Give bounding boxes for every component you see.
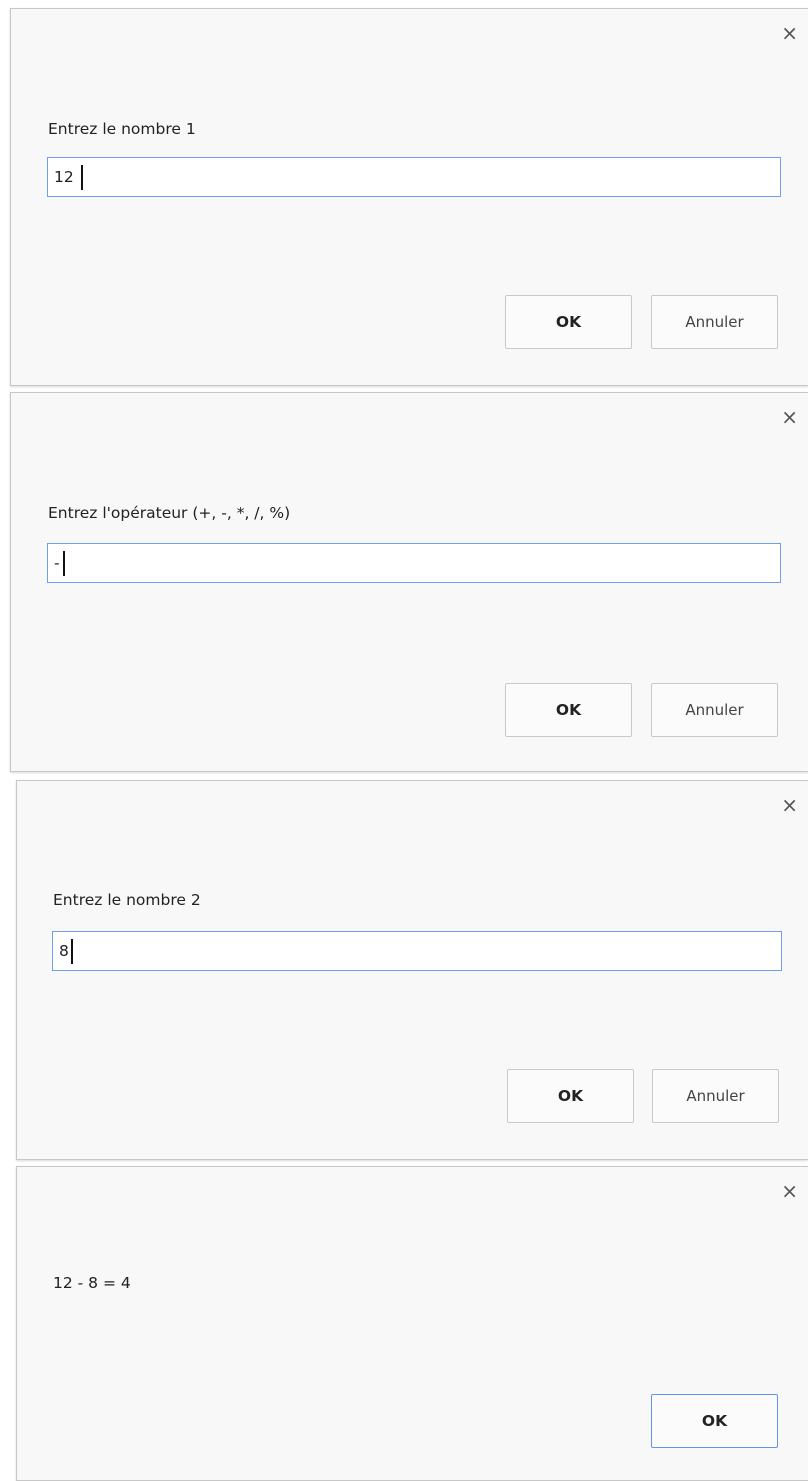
alert-dialog-result: × 12 - 8 = 4 OK [16,1166,808,1481]
text-caret [63,551,65,576]
ok-button[interactable]: OK [505,295,632,349]
prompt-input[interactable] [53,932,781,970]
prompt-input[interactable] [48,544,780,582]
prompt-input-wrapper [47,157,781,197]
alert-message: 12 - 8 = 4 [53,1274,131,1292]
ok-button[interactable]: OK [507,1069,634,1123]
text-caret [81,165,83,190]
ok-button[interactable]: OK [505,683,632,737]
cancel-button[interactable]: Annuler [652,1069,779,1123]
close-icon[interactable]: × [781,1181,798,1201]
cancel-button[interactable]: Annuler [651,683,778,737]
prompt-input[interactable] [48,158,780,196]
prompt-message: Entrez le nombre 1 [48,120,196,138]
close-icon[interactable]: × [781,795,798,815]
cancel-button[interactable]: Annuler [651,295,778,349]
ok-button[interactable]: OK [651,1394,778,1448]
prompt-dialog-operator: × Entrez l'opérateur (+, -, *, /, %) OK … [10,392,808,772]
prompt-message: Entrez le nombre 2 [53,891,201,909]
prompt-dialog-number-2: × Entrez le nombre 2 OK Annuler [16,780,808,1160]
prompt-input-wrapper [47,543,781,583]
prompt-dialog-number-1: × Entrez le nombre 1 OK Annuler [10,8,808,386]
close-icon[interactable]: × [781,407,798,427]
prompt-message: Entrez l'opérateur (+, -, *, /, %) [48,504,291,522]
prompt-input-wrapper [52,931,782,971]
close-icon[interactable]: × [781,23,798,43]
text-caret [71,939,73,964]
